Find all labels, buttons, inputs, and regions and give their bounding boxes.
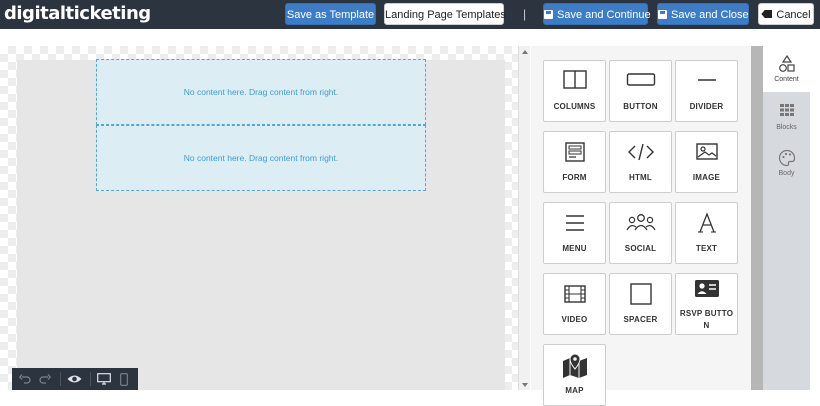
- code-icon: [627, 143, 654, 161]
- tab-content[interactable]: Content: [763, 46, 810, 92]
- map-tile[interactable]: MAP: [543, 344, 606, 406]
- tile-label: COLUMNS: [553, 102, 596, 111]
- undo-icon[interactable]: [19, 373, 31, 385]
- columns-tile[interactable]: COLUMNS: [543, 60, 606, 122]
- button-icon: [626, 73, 655, 86]
- social-tile[interactable]: SOCIAL: [609, 202, 672, 264]
- columns-icon: [562, 70, 587, 89]
- text-icon: [697, 212, 716, 233]
- save-and-close-button[interactable]: Save and Close: [657, 3, 749, 25]
- dropzone-placeholder-text: No content here. Drag content from right…: [183, 87, 339, 97]
- empty-row-dropzone[interactable]: No content here. Drag content from right…: [96, 125, 426, 191]
- floppy-disk-icon: [658, 10, 667, 19]
- spacer-icon: [629, 283, 652, 305]
- tile-label-line1: RSVP BUTTO: [679, 309, 734, 318]
- shapes-icon: [778, 55, 795, 72]
- tab-blocks[interactable]: Blocks: [763, 94, 810, 140]
- toolbar-gap: [0, 29, 810, 46]
- tile-label: FORM: [562, 173, 587, 182]
- toolbar-separator: |: [523, 7, 527, 21]
- button-tile[interactable]: BUTTON: [609, 60, 672, 122]
- palette-icon: [778, 149, 795, 167]
- rsvp-card-icon: [694, 280, 719, 297]
- tile-label: HTML: [628, 173, 652, 182]
- video-icon: [563, 285, 586, 303]
- cancel-button[interactable]: Cancel: [758, 3, 814, 25]
- panel-scrollbar[interactable]: [751, 46, 763, 390]
- backspace-icon: [761, 10, 773, 18]
- scroll-up-arrow-icon[interactable]: [522, 50, 528, 54]
- tile-label: DIVIDER: [689, 102, 724, 111]
- tile-label-line2: N: [703, 321, 710, 330]
- landing-page-templates-label: Landing Page Templates: [385, 9, 506, 21]
- side-tab-bar: Content Blocks Body: [763, 46, 810, 390]
- tile-label: MAP: [565, 386, 584, 395]
- toolbar-divider: [90, 372, 91, 386]
- html-tile[interactable]: HTML: [609, 131, 672, 193]
- dropzone-placeholder-text: No content here. Drag content from right…: [183, 153, 339, 163]
- divider-icon: [697, 79, 716, 81]
- tile-label: MENU: [562, 244, 587, 253]
- save-as-template-label: Save as Template: [286, 9, 375, 21]
- image-icon: [695, 143, 718, 160]
- social-icon: [625, 214, 656, 231]
- mobile-icon[interactable]: [120, 373, 128, 386]
- save-and-close-label: Save and Close: [671, 9, 749, 21]
- divider-tile[interactable]: DIVIDER: [675, 60, 738, 122]
- preview-toolbar: [12, 368, 138, 390]
- tile-label: TEXT: [695, 244, 718, 253]
- grid-icon: [779, 104, 794, 116]
- video-tile[interactable]: VIDEO: [543, 273, 606, 335]
- landing-page-templates-button[interactable]: Landing Page Templates: [384, 3, 506, 25]
- text-tile[interactable]: TEXT: [675, 202, 738, 264]
- scroll-down-arrow-icon[interactable]: [522, 383, 528, 387]
- tile-label: IMAGE: [692, 173, 721, 182]
- save-and-continue-button[interactable]: Save and Continue: [543, 3, 651, 25]
- eye-icon[interactable]: [67, 374, 82, 384]
- spacer-tile[interactable]: SPACER: [609, 273, 672, 335]
- logo: digitalticketing: [4, 3, 151, 25]
- form-tile[interactable]: FORM: [543, 131, 606, 193]
- save-as-template-button[interactable]: Save as Template: [285, 3, 376, 25]
- menu-icon: [565, 215, 584, 231]
- canvas-scrollbar[interactable]: [518, 46, 530, 390]
- logo-ticketing: ticketing: [65, 3, 152, 24]
- save-and-continue-label: Save and Continue: [557, 9, 651, 21]
- desktop-icon[interactable]: [97, 373, 111, 385]
- menu-tile[interactable]: MENU: [543, 202, 606, 264]
- tile-label: BUTTON: [623, 102, 658, 111]
- tab-label: Blocks: [776, 124, 797, 131]
- cancel-label: Cancel: [776, 9, 811, 21]
- tile-label: SPACER: [623, 315, 658, 324]
- tab-body[interactable]: Body: [763, 140, 810, 186]
- tile-label: VIDEO: [561, 315, 588, 324]
- content-panel: COLUMNS BUTTON DIVIDER FORM HTML IMAGE M…: [531, 46, 751, 406]
- tab-label: Body: [778, 170, 795, 177]
- tile-label: RSVP BUTTO N: [676, 308, 737, 332]
- toolbar-divider: [60, 372, 61, 386]
- rsvp-button-tile[interactable]: RSVP BUTTO N: [675, 273, 738, 335]
- tile-label: SOCIAL: [624, 244, 657, 253]
- logo-digital: digital: [4, 3, 66, 24]
- empty-row-dropzone[interactable]: No content here. Drag content from right…: [96, 59, 426, 125]
- floppy-disk-icon: [544, 10, 553, 19]
- form-icon: [564, 142, 585, 162]
- window-edge: [810, 29, 820, 390]
- top-toolbar: digitalticketing Save as Template Landin…: [0, 0, 820, 29]
- tab-label: Content: [774, 76, 799, 83]
- image-tile[interactable]: IMAGE: [675, 131, 738, 193]
- map-icon: [562, 354, 587, 378]
- redo-icon[interactable]: [39, 373, 51, 385]
